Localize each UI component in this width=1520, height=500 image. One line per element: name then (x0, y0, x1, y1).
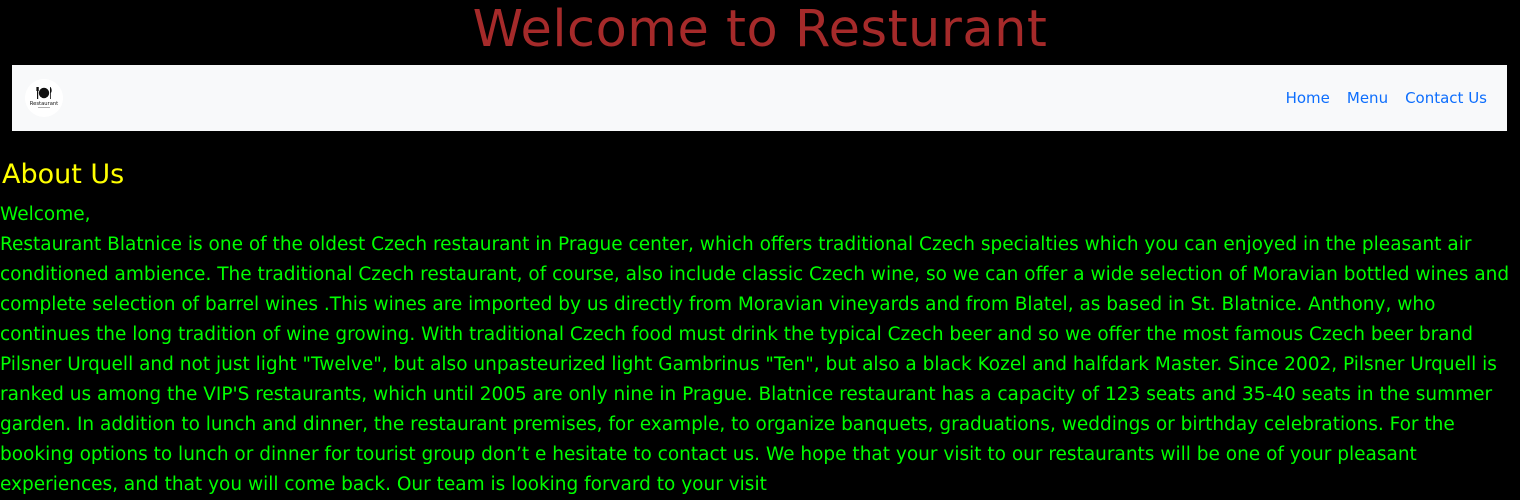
about-heading: About Us (2, 159, 125, 190)
about-section: Welcome, Restaurant Blatnice is one of t… (0, 200, 1516, 500)
nav-link-contact-us[interactable]: Contact Us (1405, 89, 1487, 107)
restaurant-logo[interactable]: Restaurant (25, 79, 63, 117)
site-title: Welcome to Resturant (472, 0, 1048, 59)
about-greeting: Welcome, (0, 204, 91, 225)
svg-text:Restaurant: Restaurant (30, 101, 58, 107)
nav-link-menu[interactable]: Menu (1347, 89, 1388, 107)
nav-link-home[interactable]: Home (1286, 89, 1330, 107)
about-paragraph: Restaurant Blatnice is one of the oldest… (0, 234, 1510, 495)
fork-knife-logo-icon: Restaurant (25, 79, 63, 117)
nav-links: Home Menu Contact Us (1269, 65, 1487, 131)
navbar: Restaurant Home Menu Contact Us (12, 65, 1507, 131)
